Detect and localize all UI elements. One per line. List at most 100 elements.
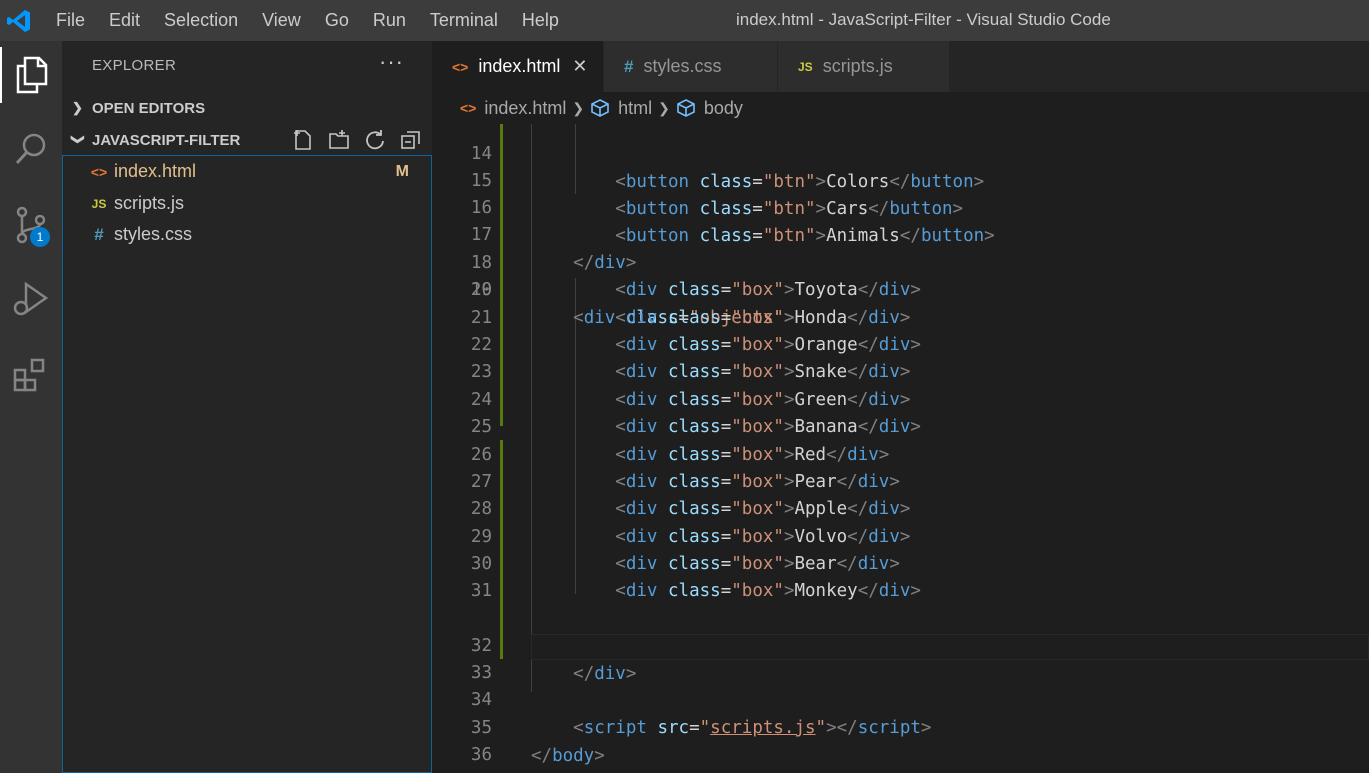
close-icon[interactable]: ✕ <box>572 56 587 77</box>
element-icon <box>591 99 609 117</box>
new-folder-icon[interactable] <box>328 129 350 151</box>
code-line: 16 <button class="btn">Animals</button> <box>432 168 1369 245</box>
html-file-icon: <> <box>90 163 108 180</box>
scm-badge: 1 <box>30 227 50 247</box>
line-content: <div class="box">Toyota</div> <box>615 280 921 300</box>
line-number: 21 <box>470 308 492 328</box>
breadcrumb-file[interactable]: index.html <box>484 98 566 119</box>
class-value: box <box>741 445 774 465</box>
line-number: 30 <box>470 554 492 574</box>
line-content: <div class="box">Red</div> <box>615 445 890 465</box>
files-icon <box>16 56 48 94</box>
html-file-icon: <> <box>452 58 469 75</box>
code-editor[interactable]: 14 <button class="btn">Colors</button> 1… <box>432 124 1369 773</box>
box-text: Toyota <box>794 280 858 300</box>
collapse-all-icon[interactable] <box>400 129 422 151</box>
line-number: 23 <box>470 362 492 382</box>
chevron-right-icon: ❯ <box>72 100 83 115</box>
code-line: 34 <script src="scripts.js"></script> <box>432 660 1369 737</box>
modified-badge: M <box>395 162 409 180</box>
code-line: 26 <div class="box">Red</div> <box>432 442 1369 469</box>
tab-scripts-js[interactable]: JS scripts.js <box>778 41 950 92</box>
tab-label: index.html <box>478 56 561 76</box>
menu-view[interactable]: View <box>250 10 313 31</box>
code-line: 36 </html> <box>432 715 1369 773</box>
source-control-activity[interactable]: 1 <box>0 197 62 253</box>
folder-label: JAVASCRIPT-FILTER <box>92 131 241 149</box>
menu-go[interactable]: Go <box>313 10 361 31</box>
line-number: 31 <box>470 581 492 601</box>
breadcrumb: <> index.html ❯ html ❯ body <box>432 92 1369 124</box>
class-value: box <box>741 581 774 601</box>
code-line: 27 <div class="box">Pear</div> <box>432 469 1369 496</box>
explorer-sidebar: EXPLORER ··· ❯ OPEN EDITORS ❯ JAVASCRIPT… <box>62 41 432 773</box>
menu-selection[interactable]: Selection <box>152 10 250 31</box>
class-value: box <box>741 308 774 328</box>
line-number: 27 <box>470 472 492 492</box>
line-content: <div class="box">Pear</div> <box>615 472 900 492</box>
tab-styles-css[interactable]: # styles.css <box>604 41 778 92</box>
menu-help[interactable]: Help <box>510 10 571 31</box>
chevron-down-icon: ❯ <box>71 134 86 145</box>
code-line: 14 <button class="btn">Colors</button> <box>432 124 1369 191</box>
class-value: box <box>741 362 774 382</box>
line-content: <div class="box">Orange</div> <box>615 335 921 355</box>
tab-index-html[interactable]: <> index.html ✕ <box>432 41 604 92</box>
open-editors-section[interactable]: ❯ OPEN EDITORS <box>62 93 432 123</box>
breadcrumb-body[interactable]: body <box>704 98 743 119</box>
extensions-activity[interactable] <box>0 347 62 403</box>
class-value: box <box>741 417 774 437</box>
file-item-styles-css[interactable]: # styles.css <box>64 219 431 250</box>
code-line: 22 <div class="box">Orange</div> <box>432 332 1369 359</box>
code-line: 30 <div class="box">Bear</div> <box>432 551 1369 578</box>
tab-bar: <> index.html ✕ # styles.css JS scripts.… <box>432 41 1369 92</box>
css-file-icon: # <box>624 56 634 76</box>
folder-actions <box>292 129 422 151</box>
code-line: 31 <div class="box">Monkey</div> <box>432 578 1369 605</box>
line-number: 24 <box>470 390 492 410</box>
file-item-scripts-js[interactable]: JS scripts.js <box>64 188 431 219</box>
class-value: box <box>741 280 774 300</box>
chevron-right-icon: ❯ <box>658 99 670 116</box>
code-line: 35 </body> <box>432 688 1369 765</box>
menu-terminal[interactable]: Terminal <box>418 10 510 31</box>
box-text: Banana <box>794 417 858 437</box>
box-text: Green <box>794 390 848 410</box>
menu-run[interactable]: Run <box>361 10 418 31</box>
class-value: box <box>741 499 774 519</box>
code-line: 29 <div class="box">Volvo</div> <box>432 524 1369 551</box>
js-file-icon: JS <box>798 59 813 74</box>
code-line: 17 </div> <box>432 195 1369 272</box>
code-line: 19 <div class="objects"> <box>432 250 1369 327</box>
file-item-index-html[interactable]: <> index.html M <box>64 156 431 187</box>
box-text: Pear <box>794 472 837 492</box>
class-value: box <box>741 472 774 492</box>
more-actions-button[interactable]: ··· <box>379 49 404 75</box>
search-icon <box>15 133 46 165</box>
new-file-icon[interactable] <box>292 129 314 151</box>
menu-file[interactable]: File <box>44 10 97 31</box>
vscode-logo-icon <box>7 10 30 32</box>
menu-edit[interactable]: Edit <box>97 10 152 31</box>
code-line: 18 <box>432 223 1369 273</box>
code-line: 32 </div> <box>432 606 1369 683</box>
html-file-icon: <> <box>460 100 477 116</box>
search-activity[interactable] <box>0 121 62 177</box>
class-value: box <box>741 527 774 547</box>
line-number: 25 <box>470 417 492 437</box>
code-line: 23 <div class="box">Snake</div> <box>432 359 1369 386</box>
file-tree: <> index.html M JS scripts.js # styles.c… <box>62 155 432 773</box>
refresh-icon[interactable] <box>364 129 386 151</box>
explorer-activity[interactable] <box>0 47 62 103</box>
breadcrumb-html[interactable]: html <box>618 98 652 119</box>
folder-section[interactable]: ❯ JAVASCRIPT-FILTER <box>62 125 432 155</box>
run-debug-icon <box>13 281 49 316</box>
box-text: Volvo <box>794 527 848 547</box>
line-content: <div class="box">Green</div> <box>615 390 911 410</box>
line-number: 29 <box>470 527 492 547</box>
run-debug-activity[interactable] <box>0 271 62 327</box>
code-line: 33 <box>432 633 1369 683</box>
line-content: <div class="box">Bear</div> <box>615 554 900 574</box>
code-line: 25 <div class="box">Banana</div> <box>432 414 1369 441</box>
line-content: <div class="box">Banana</div> <box>615 417 921 437</box>
